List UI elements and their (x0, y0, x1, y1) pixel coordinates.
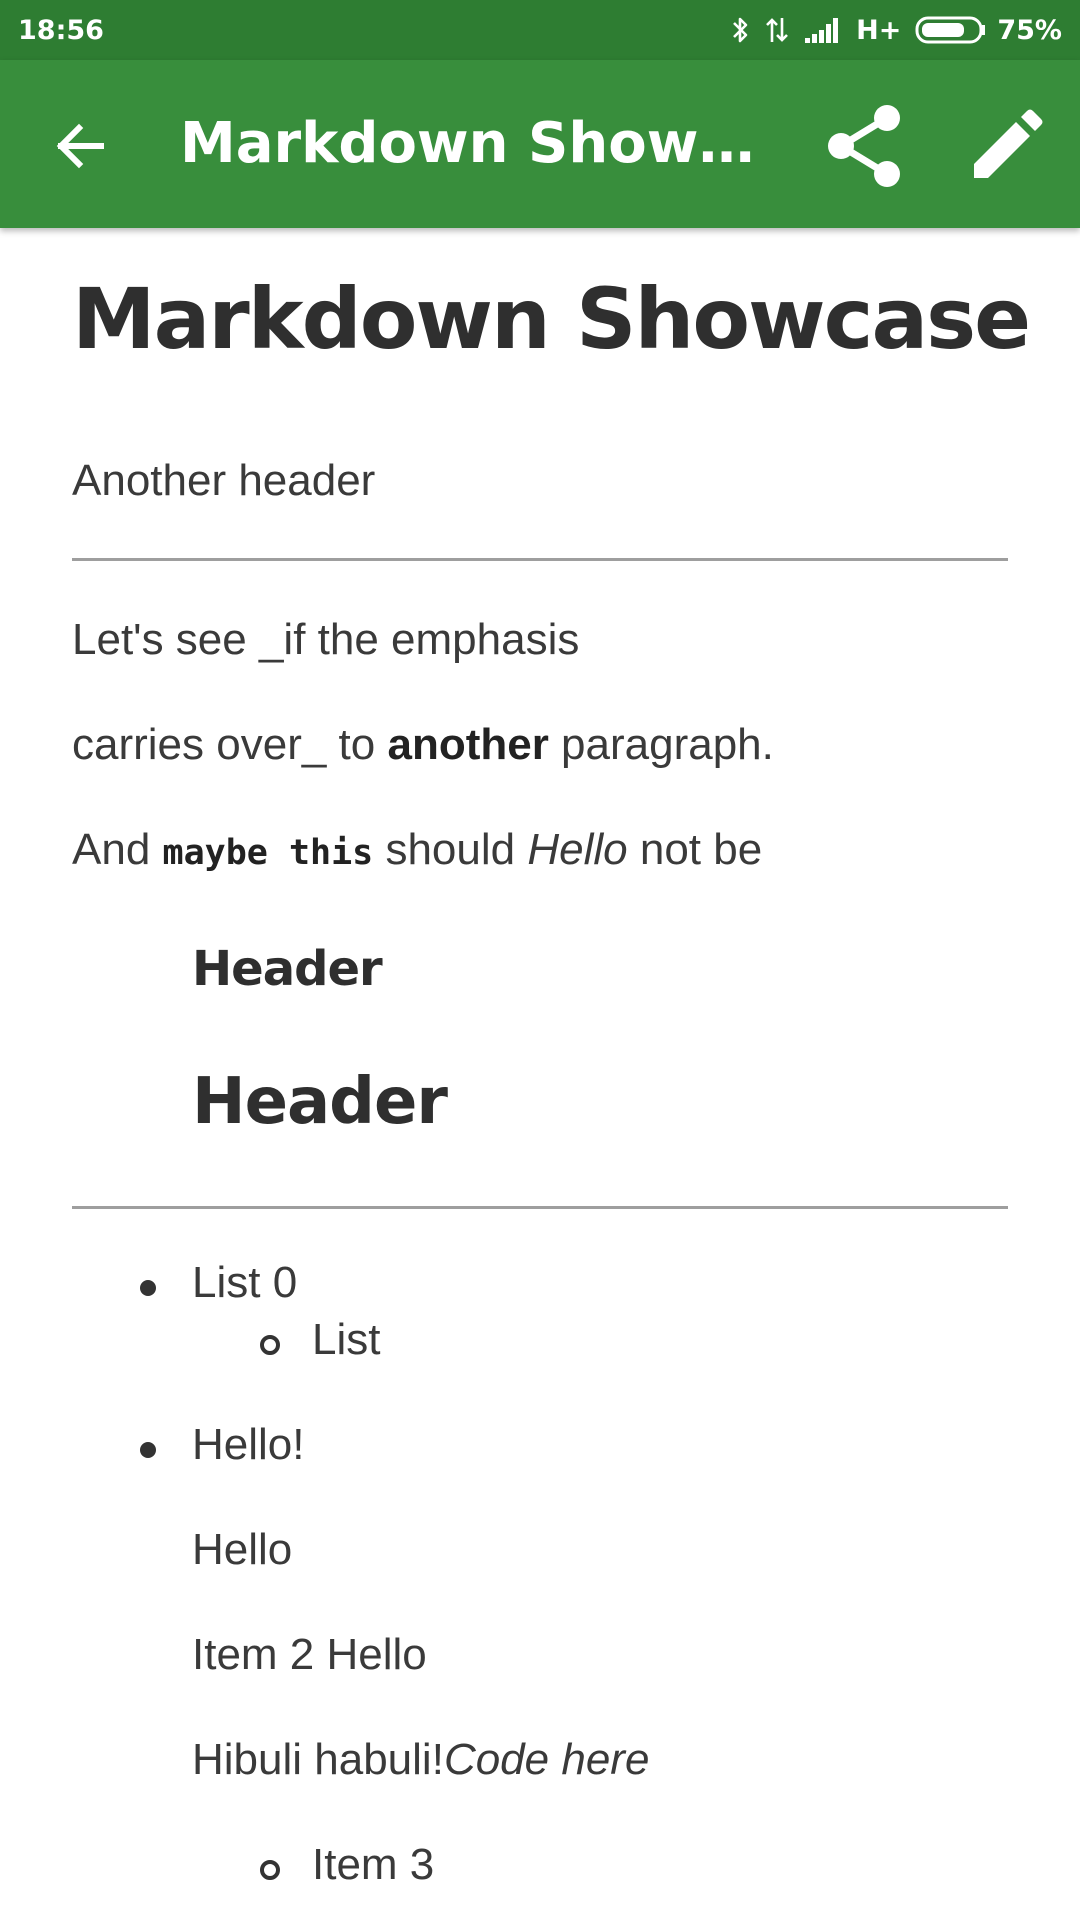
battery-percent: 75% (997, 14, 1062, 46)
data-transfer-icon (766, 18, 789, 42)
paragraph-1: Let's see _if the emphasis (72, 615, 580, 664)
pencil-icon (974, 109, 1043, 178)
share-button[interactable] (818, 104, 910, 188)
signal-icon (805, 18, 839, 43)
paragraph-3-start: And (72, 825, 163, 874)
status-icons: H+ 75% (730, 15, 1062, 46)
list-paragraph: Hibuli habuli!Code here (192, 1735, 649, 1785)
circle-bullet-icon (260, 1860, 280, 1880)
sub-list-item: Item 3 (312, 1840, 435, 1889)
paragraph-3-mid: should (373, 825, 528, 874)
list-text: Hibuli habuli! (192, 1735, 444, 1784)
list-paragraph: Item 2 Hello (192, 1630, 427, 1679)
paragraph-2-end: paragraph. (548, 720, 774, 769)
paragraph-2-start: carries over_ to (72, 720, 388, 769)
share-icon (828, 105, 900, 187)
list-item-0: List 0 (192, 1258, 298, 1307)
status-bar: 18:56 H+ 75% (0, 0, 1080, 60)
sub-list-item: List (312, 1315, 381, 1364)
bullet-icon (140, 1442, 156, 1458)
circle-bullet-icon (260, 1335, 280, 1355)
edit-button[interactable] (960, 104, 1052, 188)
app-bar: Markdown Showcase (0, 60, 1080, 228)
italic-text: Hello (527, 825, 628, 874)
paragraph-3-end: not be (627, 825, 763, 874)
paragraph-2: carries over_ to another paragraph. (72, 720, 774, 770)
list-paragraph: Hello (192, 1525, 293, 1574)
bullet-icon (140, 1280, 156, 1296)
inline-code: maybe this (162, 833, 374, 873)
list-item-1: Hello! (192, 1420, 305, 1469)
document-title: Markdown Showcase (72, 270, 1031, 368)
battery: 75% (915, 15, 1062, 46)
italic-text: Code here (443, 1735, 650, 1784)
status-time: 18:56 (18, 14, 104, 46)
header-h3: Header (192, 941, 383, 997)
bold-text: another (387, 720, 549, 769)
horizontal-rule (72, 558, 1008, 561)
horizontal-rule-2 (72, 1206, 1008, 1209)
app-bar-title: Markdown Showcase (180, 111, 770, 176)
paragraph-3: And maybe this should Hello not be (72, 825, 762, 875)
header-h2: Header (192, 1065, 448, 1139)
subheader-text: Another header (72, 456, 376, 505)
bluetooth-icon (733, 17, 748, 43)
network-type: H+ (856, 14, 902, 46)
battery-icon (915, 16, 986, 44)
back-button[interactable] (38, 104, 122, 188)
arrow-back-icon (56, 123, 104, 169)
